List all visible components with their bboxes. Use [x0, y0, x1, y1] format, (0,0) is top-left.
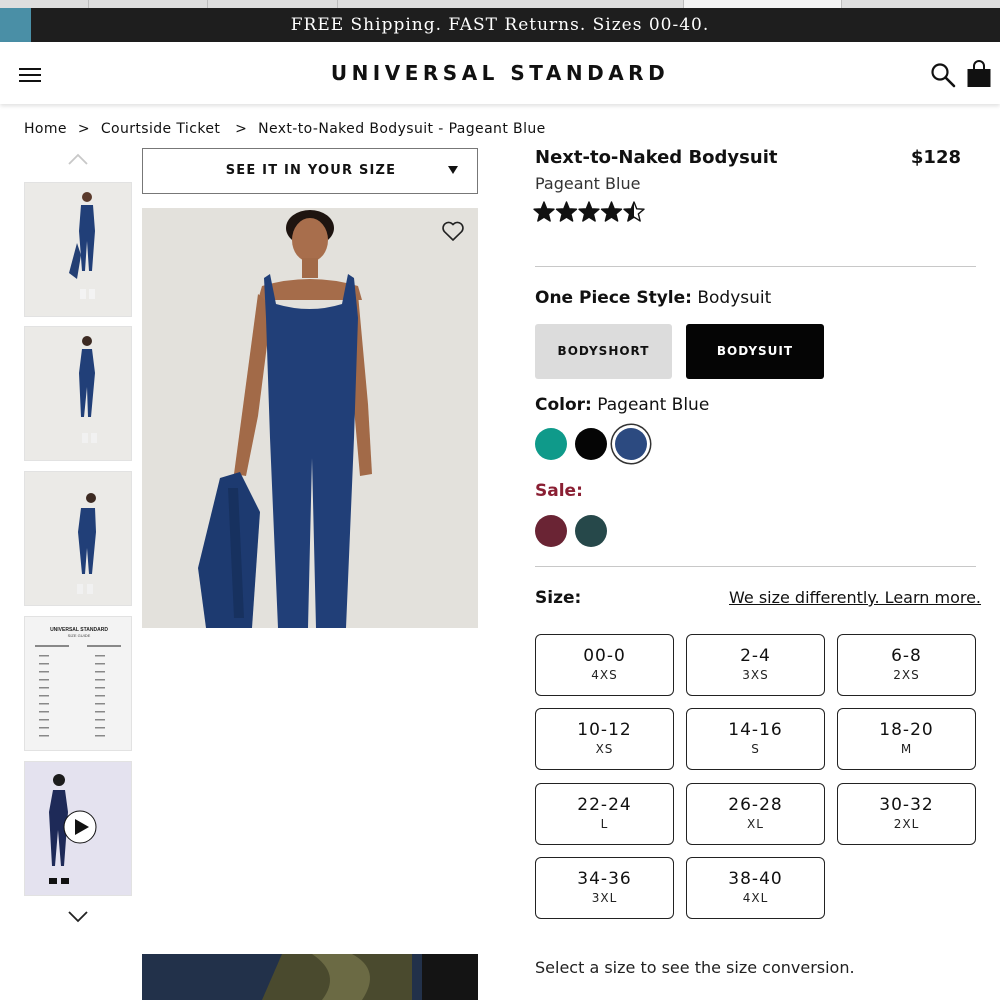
size-us-label: 2-4 [740, 646, 771, 666]
size-option-button[interactable]: 22-24 L [535, 783, 674, 845]
gallery-thumbnail[interactable] [24, 471, 132, 606]
star-full-icon [578, 201, 600, 222]
dropdown-label: SEE IT IN YOUR SIZE [225, 163, 397, 178]
star-rating[interactable] [533, 200, 645, 224]
size-us-label: 10-12 [577, 720, 632, 740]
sale-label: Sale: [535, 481, 583, 501]
star-full-icon [555, 201, 578, 222]
sale-swatch-burgundy[interactable] [535, 515, 567, 547]
search-icon[interactable] [930, 62, 956, 88]
promo-text: FREE Shipping. FAST Returns. Sizes 00-40… [290, 15, 710, 35]
size-option-button[interactable]: 30-32 2XL [837, 783, 976, 845]
size-option-button[interactable]: 38-40 4XL [686, 857, 825, 919]
size-option-button[interactable]: 14-16 S [686, 708, 825, 770]
see-in-your-size-dropdown[interactable]: SEE IT IN YOUR SIZE [142, 148, 478, 194]
size-us-label: 38-40 [728, 869, 783, 889]
star-full-icon [600, 201, 623, 222]
star-full-icon [533, 201, 555, 222]
browser-tab[interactable] [208, 0, 338, 8]
size-option-button[interactable]: 2-4 3XS [686, 634, 825, 696]
divider [535, 566, 976, 567]
size-us-label: 14-16 [728, 720, 783, 740]
chevron-up-icon[interactable] [67, 152, 89, 166]
site-logo[interactable]: UNIVERSAL STANDARD [0, 42, 1000, 104]
main-product-image[interactable] [142, 208, 478, 628]
size-option-button[interactable]: 10-12 XS [535, 708, 674, 770]
color-swatch-pageant-blue[interactable] [615, 428, 647, 460]
size-alpha-label: M [900, 742, 913, 756]
size-option-button[interactable]: 18-20 M [837, 708, 976, 770]
size-us-label: 18-20 [879, 720, 934, 740]
size-us-label: 00-0 [583, 646, 626, 666]
color-swatch-black[interactable] [575, 428, 607, 460]
size-alpha-label: 2XS [893, 668, 920, 682]
size-label: Size: [535, 588, 582, 608]
size-us-label: 26-28 [728, 795, 783, 815]
browser-tab-strip [0, 0, 1000, 8]
promo-banner: FREE Shipping. FAST Returns. Sizes 00-40… [0, 8, 1000, 42]
size-option-button[interactable]: 00-0 4XS [535, 634, 674, 696]
style-option-bodyshort[interactable]: BODYSHORT [535, 324, 672, 379]
product-color-name: Pageant Blue [535, 174, 641, 193]
product-price: $128 [910, 147, 961, 168]
size-alpha-label: L [600, 817, 609, 831]
size-alpha-label: XL [747, 817, 764, 831]
size-alpha-label: XS [595, 742, 614, 756]
size-us-label: 34-36 [577, 869, 632, 889]
browser-tab[interactable] [89, 0, 208, 8]
video-thumbnail[interactable] [24, 761, 132, 896]
product-name: Next-to-Naked Bodysuit [535, 147, 778, 168]
size-guide-link[interactable]: We size differently. Learn more. [729, 588, 981, 607]
size-us-label: 6-8 [891, 646, 922, 666]
menu-icon[interactable] [19, 68, 41, 82]
size-alpha-label: 3XL [591, 891, 618, 905]
breadcrumb-collection[interactable]: Courtside Ticket [101, 121, 220, 137]
breadcrumb-separator: > [77, 121, 90, 137]
size-label-row: Size: [535, 588, 581, 608]
size-guide-subtitle: SIZE GUIDE [68, 633, 91, 638]
breadcrumb: Home > Courtside Ticket > Next-to-Naked … [24, 121, 546, 137]
size-alpha-label: S [751, 742, 760, 756]
breadcrumb-home[interactable]: Home [24, 121, 67, 137]
browser-tab[interactable] [338, 0, 684, 8]
color-label: Color: [535, 395, 592, 415]
size-option-button[interactable]: 6-8 2XS [837, 634, 976, 696]
color-swatch-teal[interactable] [535, 428, 567, 460]
play-icon[interactable] [63, 810, 97, 844]
style-label: One Piece Style: [535, 288, 692, 308]
site-header: UNIVERSAL STANDARD [0, 42, 1000, 104]
breadcrumb-current: Next-to-Naked Bodysuit - Pageant Blue [258, 121, 546, 137]
size-us-label: 30-32 [879, 795, 934, 815]
heart-icon[interactable] [441, 220, 465, 242]
size-alpha-label: 4XS [591, 668, 618, 682]
shopping-bag-icon[interactable] [966, 60, 992, 88]
chevron-down-icon[interactable] [67, 910, 89, 924]
color-value: Pageant Blue [597, 395, 710, 415]
color-label-row: Color: Pageant Blue [535, 395, 709, 415]
divider [535, 266, 976, 267]
size-alpha-label: 4XL [742, 891, 769, 905]
size-alpha-label: 3XS [742, 668, 769, 682]
caret-down-icon [448, 166, 458, 174]
gallery-thumbnail[interactable] [24, 182, 132, 317]
sale-swatch-dark-teal[interactable] [575, 515, 607, 547]
sale-label-row: Sale: [535, 481, 583, 501]
gallery-thumbnail[interactable] [24, 326, 132, 461]
style-value: Bodysuit [697, 288, 772, 308]
secondary-product-image[interactable] [142, 954, 478, 1000]
size-alpha-label: 2XL [893, 817, 920, 831]
style-option-bodysuit[interactable]: BODYSUIT [686, 324, 824, 379]
size-guide-thumbnail[interactable]: UNIVERSAL STANDARD SIZE GUIDE [24, 616, 132, 751]
size-option-button[interactable]: 34-36 3XL [535, 857, 674, 919]
size-conversion-text: Select a size to see the size conversion… [535, 958, 855, 977]
breadcrumb-separator: > [235, 121, 248, 137]
size-us-label: 22-24 [577, 795, 632, 815]
browser-tab-active[interactable] [684, 0, 842, 8]
browser-tab[interactable] [0, 0, 89, 8]
style-label-row: One Piece Style: Bodysuit [535, 288, 771, 308]
size-option-button[interactable]: 26-28 XL [686, 783, 825, 845]
